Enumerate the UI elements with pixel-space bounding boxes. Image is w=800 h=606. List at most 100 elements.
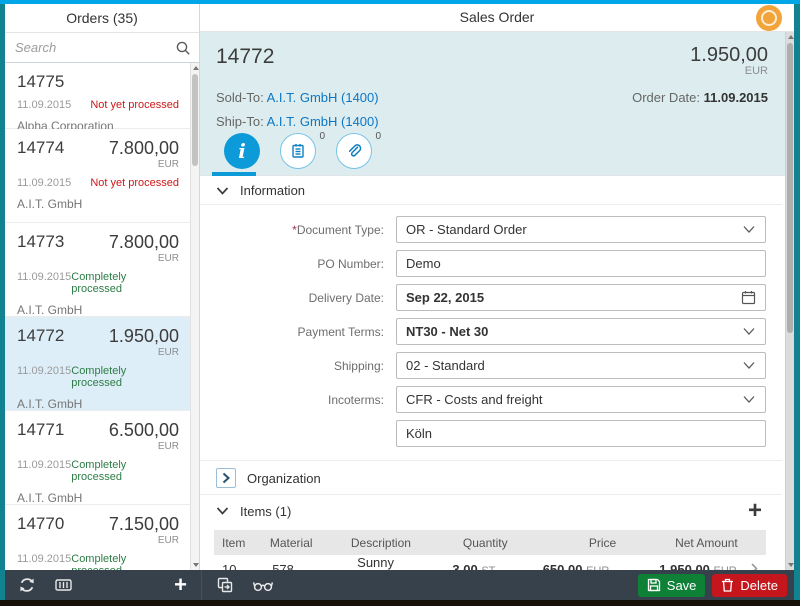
sidebar-scrollbar[interactable] [190, 63, 199, 570]
copy-icon[interactable] [216, 576, 234, 594]
order-list-item[interactable]: 14770 7.150,00 EUR 11.09.2015 Completely… [5, 505, 199, 570]
incoterms-label: Incoterms: [200, 393, 396, 407]
column-header-quantity: Quantity [411, 536, 508, 550]
paperclip-icon [345, 142, 363, 160]
order-list-item-selected[interactable]: 14772 1.950,00 EUR 11.09.2015 Completely… [5, 317, 199, 411]
search-input[interactable] [15, 40, 175, 55]
document-type-label: Document Type: [297, 223, 384, 237]
search-icon[interactable] [175, 40, 191, 56]
object-currency: EUR [690, 65, 768, 77]
chevron-right-icon[interactable] [216, 468, 236, 488]
payment-terms-select[interactable]: NT30 - Net 30 [396, 318, 766, 345]
scrollbar-thumb[interactable] [787, 43, 793, 333]
notes-count-badge: 0 [319, 131, 325, 142]
item-material: 578 [272, 562, 357, 570]
save-icon [647, 578, 661, 592]
document-type-select[interactable]: OR - Standard Order [396, 216, 766, 243]
master-footer: + [5, 570, 201, 600]
order-id: 14773 [17, 232, 64, 252]
shipping-select[interactable]: 02 - Standard [396, 352, 766, 379]
po-number-label: PO Number: [200, 257, 396, 271]
order-id: 14770 [17, 514, 64, 534]
chevron-down-icon [742, 361, 756, 370]
organization-section-header[interactable]: Organization [200, 460, 782, 495]
form-row-document-type: *Document Type: OR - Standard Order [200, 216, 782, 243]
item-net-amount: 1.950,00 [659, 562, 710, 570]
item-quantity-unit: ST [481, 565, 495, 570]
search-bar [5, 33, 199, 63]
tab-notes[interactable]: 0 [280, 133, 316, 169]
order-list-item[interactable]: 14773 7.800,00 EUR 11.09.2015 Completely… [5, 223, 199, 317]
form-row-po-number: PO Number: Demo [200, 250, 782, 277]
order-customer: A.I.T. GmbH [17, 303, 179, 317]
ship-to-label: Ship-To: [216, 114, 264, 129]
sales-order-detail-panel: Sales Order 14772 1.950,00 EUR Sold-To: … [200, 4, 794, 570]
object-header: 14772 1.950,00 EUR Sold-To: A.I.T. GmbH … [200, 32, 794, 130]
order-currency: EUR [17, 441, 179, 452]
item-quantity: 3,00 [452, 562, 477, 570]
information-section-header[interactable]: Information [200, 176, 782, 205]
column-header-net-amount: Net Amount [616, 536, 738, 550]
add-item-button[interactable]: + [748, 502, 768, 520]
order-id: 14774 [17, 138, 64, 158]
order-date: 11.09.2015 [17, 365, 71, 389]
scroll-down-icon[interactable] [191, 560, 199, 570]
incoterms-select[interactable]: CFR - Costs and freight [396, 386, 766, 413]
order-status: Not yet processed [90, 177, 179, 189]
delete-button[interactable]: Delete [712, 574, 787, 597]
detail-scrollbar[interactable] [785, 32, 794, 570]
detail-content: Information *Document Type: OR - Standar… [200, 176, 794, 570]
chevron-down-icon [216, 506, 229, 516]
scroll-down-icon[interactable] [786, 560, 795, 570]
order-list-item[interactable]: 14775 11.09.2015 Not yet processed Alpha… [5, 63, 199, 129]
order-currency: EUR [17, 535, 179, 546]
order-date: 11.09.2015 [17, 99, 71, 111]
order-currency: EUR [17, 347, 179, 358]
scrollbar-thumb[interactable] [192, 74, 198, 166]
order-list-item[interactable]: 14771 6.500,00 EUR 11.09.2015 Completely… [5, 411, 199, 505]
order-list-item[interactable]: 14774 7.800,00 EUR 11.09.2015 Not yet pr… [5, 129, 199, 223]
tab-attachments[interactable]: 0 [336, 133, 372, 169]
ship-to-link[interactable]: A.I.T. GmbH (1400) [267, 114, 379, 129]
row-nav-chevron-icon[interactable] [737, 562, 758, 570]
form-row-incoterms: Incoterms: CFR - Costs and freight [200, 386, 782, 413]
organization-section-label: Organization [247, 471, 321, 486]
item-price: 650,00 [543, 562, 583, 570]
attachments-count-badge: 0 [375, 131, 381, 142]
scroll-up-icon[interactable] [191, 63, 199, 73]
add-order-button[interactable]: + [174, 575, 187, 595]
item-price-unit: EUR [586, 565, 609, 570]
order-date: 11.09.2015 [17, 459, 71, 483]
save-button[interactable]: Save [638, 574, 706, 597]
orders-list: 14775 11.09.2015 Not yet processed Alpha… [5, 63, 199, 570]
order-currency: EUR [17, 159, 179, 170]
display-mode-glasses-icon[interactable] [252, 577, 274, 593]
active-tab-indicator [212, 172, 256, 176]
incoterms-location-input[interactable]: Köln [396, 420, 766, 447]
delivery-date-picker[interactable]: Sep 22, 2015 [396, 284, 766, 311]
item-description: Sunny Sunny [357, 555, 394, 571]
sold-to-link[interactable]: A.I.T. GmbH (1400) [267, 90, 379, 105]
form-row-delivery-date: Delivery Date: Sep 22, 2015 [200, 284, 782, 311]
order-date: 11.09.2015 [17, 553, 71, 570]
order-id: 14775 [17, 72, 64, 92]
avatar[interactable] [756, 5, 782, 31]
items-section-header[interactable]: Items (1) + [200, 495, 782, 526]
tab-information[interactable]: i [224, 133, 260, 169]
po-number-input[interactable]: Demo [396, 250, 766, 277]
order-amount: 7.800,00 [109, 232, 179, 253]
delivery-date-label: Delivery Date: [200, 291, 396, 305]
group-icon[interactable] [54, 577, 73, 593]
order-date-value: 11.09.2015 [704, 90, 768, 105]
orders-panel-title: Orders (35) [5, 4, 199, 33]
calendar-icon[interactable] [741, 290, 756, 305]
orders-master-panel: Orders (35) 14775 11.09.2015 Not yet [5, 4, 200, 570]
order-customer: A.I.T. GmbH [17, 197, 179, 211]
order-customer: A.I.T. GmbH [17, 397, 179, 411]
scroll-up-icon[interactable] [786, 32, 795, 42]
icon-tab-bar: i 0 [200, 130, 794, 176]
order-date: 11.09.2015 [17, 177, 71, 189]
order-status: Not yet processed [90, 99, 179, 111]
item-table-row[interactable]: 10 578 Sunny Sunny 3,00 ST 650,00 EUR 1.… [214, 555, 766, 570]
refresh-icon[interactable] [18, 576, 36, 594]
